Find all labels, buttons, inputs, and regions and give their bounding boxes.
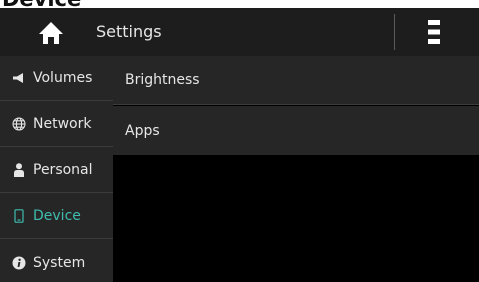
- sidebar-item-label: Network: [33, 116, 92, 132]
- menu-button[interactable]: [415, 14, 453, 50]
- sidebar-item-network[interactable]: Network: [0, 102, 113, 147]
- phone-icon: [11, 208, 27, 224]
- sidebar: Volumes Network Personal Device System: [0, 56, 113, 282]
- content-item-brightness[interactable]: Brightness: [113, 56, 479, 105]
- sidebar-item-label: Personal: [33, 162, 93, 178]
- header-divider: [394, 14, 395, 50]
- header-bar: Settings: [0, 8, 479, 56]
- sidebar-item-label: Device: [33, 208, 81, 224]
- menu-icon: [428, 20, 440, 44]
- sidebar-item-label: Volumes: [33, 70, 93, 86]
- header-title: Settings: [96, 22, 162, 41]
- person-icon: [11, 162, 27, 178]
- sidebar-item-label: System: [33, 254, 86, 271]
- globe-icon: [11, 116, 27, 132]
- info-icon: [11, 255, 27, 271]
- sidebar-item-personal[interactable]: Personal: [0, 148, 113, 193]
- sidebar-item-device[interactable]: Device: [0, 194, 113, 239]
- settings-app: Settings Volumes Network Personal Device…: [0, 8, 479, 282]
- sidebar-item-system[interactable]: System: [0, 240, 113, 282]
- sidebar-item-volumes[interactable]: Volumes: [0, 56, 113, 101]
- home-icon: [39, 22, 63, 44]
- content-item-apps[interactable]: Apps: [113, 106, 479, 155]
- speaker-icon: [11, 70, 27, 86]
- home-button[interactable]: [28, 15, 74, 51]
- content-panel: Brightness Apps: [113, 56, 479, 282]
